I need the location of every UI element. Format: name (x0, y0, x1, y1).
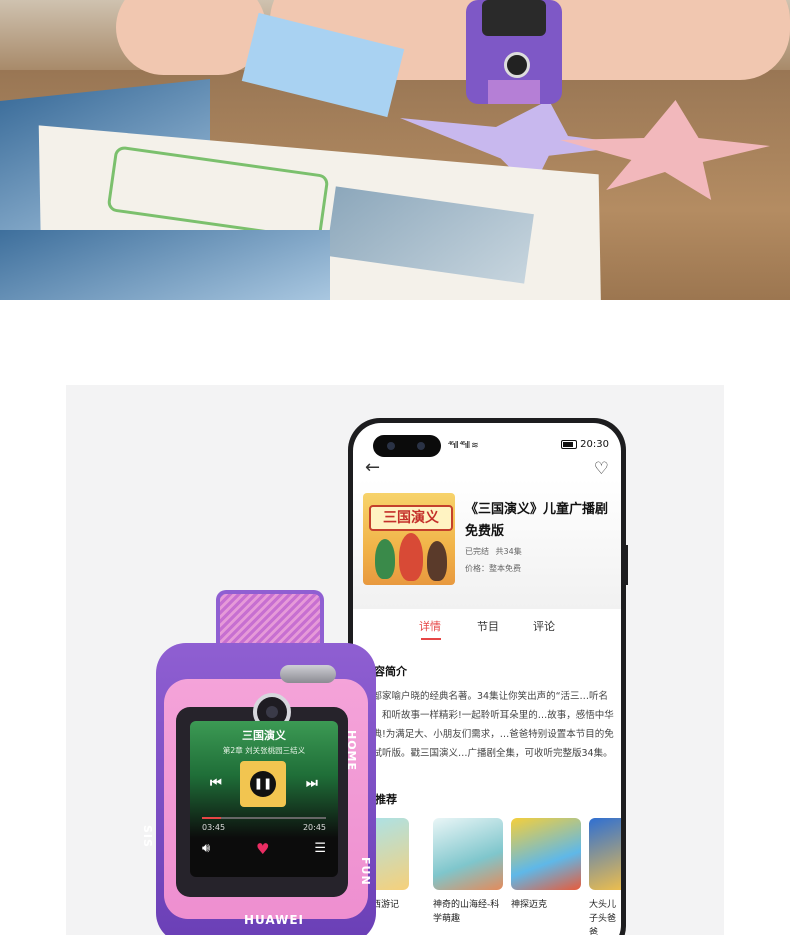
photo-watch-camera (504, 52, 530, 78)
cover-title: 三国演义 (369, 505, 453, 531)
cover-figure-middle (399, 533, 423, 581)
recommend-title: 推荐 (375, 793, 397, 806)
detail-tabs: 详情 节目 评论 (353, 618, 621, 644)
watch-track-subtitle: 第2章 刘关张桃园三结义 (222, 746, 306, 755)
active-tab-indicator (421, 638, 441, 640)
phone-screen: ⁴⁶ıll ⁴⁶ıll ≋ 20:30 ← ♡ 三国演义 《三国演义》儿童广播剧… (353, 423, 621, 935)
album-title: 《三国演义》儿童广播剧 免费版 (465, 502, 609, 539)
fun-button-label[interactable]: FUN (359, 857, 372, 886)
playlist-icon[interactable]: ☰ (314, 841, 326, 856)
cover-figure-right (427, 541, 447, 581)
book-cover-blue (0, 230, 330, 300)
album-price: 价格：整本免费 (465, 564, 521, 573)
tab-details[interactable]: 详情 (419, 618, 441, 634)
watch-crown[interactable] (280, 665, 336, 683)
intro-text: 一部家喻户晓的经典名著。34集让你笑出声的“活三…听名著，和听故事一样精彩!一起… (363, 691, 614, 759)
pause-icon[interactable]: ❚❚ (250, 771, 276, 797)
watch-track-title: 三国演义 (242, 729, 286, 742)
next-track-icon[interactable]: ⏭ (306, 776, 318, 791)
arrow-left-icon[interactable]: ← (365, 457, 380, 478)
recommend-cover-3[interactable] (511, 818, 581, 890)
tab-episodes[interactable]: 节目 (477, 618, 499, 634)
child-hand-left (116, 0, 266, 75)
recommend-cover-4[interactable] (589, 818, 621, 890)
volume-icon[interactable]: 🔊︎ (202, 841, 210, 856)
front-camera-cutout (373, 435, 441, 457)
recommend-label-4: 大头儿子头爸爸 (589, 900, 617, 935)
heart-outline-icon[interactable]: ♡ (594, 459, 609, 479)
album-cover[interactable]: 三国演义 (363, 493, 455, 585)
watch-brand-label: HUAWEI (243, 913, 305, 927)
album-status: 已完结 共34集 (465, 546, 522, 557)
battery-icon (561, 440, 578, 449)
tab-comments[interactable]: 评论 (533, 618, 555, 634)
completion-status: 已完结 (465, 547, 489, 556)
watch-progress-fill (202, 817, 221, 819)
home-button-label[interactable]: HOME (345, 730, 358, 771)
phone-frame: ⁴⁶ıll ⁴⁶ıll ≋ 20:30 ← ♡ 三国演义 《三国演义》儿童广播剧… (348, 418, 626, 935)
status-bar-right: 20:30 (561, 439, 609, 450)
photo-watch-screen (482, 0, 546, 36)
recommend-label-3: 神探迈克 (511, 900, 548, 910)
watch-time-elapsed: 03:45 (202, 823, 226, 832)
favorite-heart-icon[interactable]: ♥ (256, 840, 269, 858)
lifestyle-photo (0, 0, 790, 300)
cover-figure-left (375, 539, 395, 579)
watch-screen: 三国演义 第2章 刘关张桃园三结义 ❚❚ ⏮ ⏭ 03:45 20:45 🔊︎ … (190, 721, 338, 877)
signal-icon: ⁴⁶ıll ⁴⁶ıll ≋ (448, 441, 479, 451)
status-time: 20:30 (580, 439, 609, 450)
recommend-list: 版西游记 神奇的山海经-科学萌趣 神探迈克 大头儿子头爸爸 (353, 818, 621, 935)
episode-count: 共34集 (495, 547, 522, 556)
recommend-cover-2[interactable] (433, 818, 503, 890)
previous-track-icon[interactable]: ⏮ (210, 776, 222, 791)
watch-progress-bar[interactable] (202, 817, 326, 819)
sis-button-label[interactable]: SIS (141, 825, 154, 848)
recommend-label-2: 神奇的山海经-科学萌趣 (433, 900, 500, 924)
product-showcase: ⁴⁶ıll ⁴⁶ıll ≋ 20:30 ← ♡ 三国演义 《三国演义》儿童广播剧… (66, 385, 724, 935)
photo-watch-strap (488, 80, 540, 104)
watch-time-total: 20:45 (302, 823, 326, 832)
